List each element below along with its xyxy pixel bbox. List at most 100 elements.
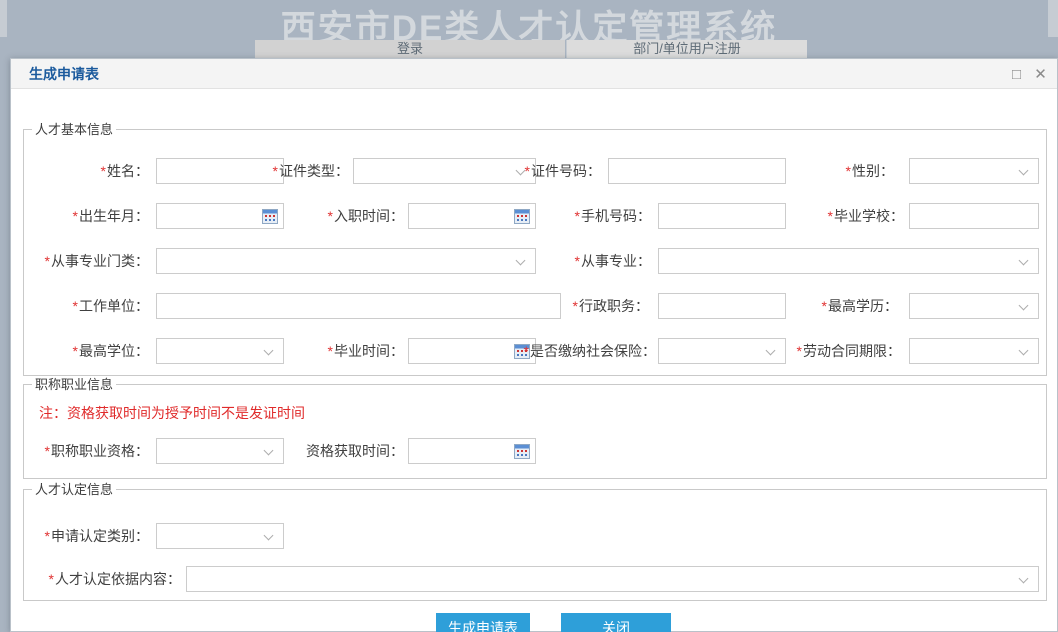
label-text: 行政职务：	[579, 298, 649, 314]
label-text: 人才认定依据内容：	[55, 571, 181, 587]
chevron-down-icon	[1019, 574, 1029, 584]
label-text: 证件类型：	[279, 163, 349, 179]
required-marker: *	[45, 253, 50, 269]
highest-edu-select[interactable]	[909, 293, 1039, 319]
calendar-icon[interactable]	[514, 209, 530, 224]
label-text: 性别：	[852, 163, 894, 179]
highest-edu-label: *最高学历：	[778, 293, 898, 319]
name-label: *姓名：	[31, 158, 149, 184]
section-recognition-legend: 人才认定信息	[32, 481, 116, 498]
highest-degree-label: *最高学位：	[31, 338, 149, 364]
label-text: 是否缴纳社会保险：	[530, 343, 656, 359]
qualification-date-input[interactable]	[408, 438, 536, 464]
required-marker: *	[73, 343, 78, 359]
label-text: 入职时间：	[334, 208, 404, 224]
chevron-down-icon	[766, 346, 776, 356]
birth-label: *出生年月：	[31, 203, 149, 229]
apply-category-select[interactable]	[156, 523, 284, 549]
hire-date-input[interactable]	[408, 203, 536, 229]
label-text: 姓名：	[107, 163, 149, 179]
social-insurance-select[interactable]	[658, 338, 786, 364]
close-button[interactable]: 关闭	[561, 613, 671, 632]
close-icon[interactable]: ✕	[1032, 66, 1049, 83]
label-text: 毕业时间：	[334, 343, 404, 359]
required-marker: *	[797, 343, 802, 359]
admin-post-label: *行政职务：	[529, 293, 649, 319]
dialog-title: 生成申请表	[29, 59, 99, 89]
grad-date-label: *毕业时间：	[286, 338, 404, 364]
label-text: 从事专业：	[581, 253, 651, 269]
generate-application-dialog: 生成申请表 □ ✕ 人才基本信息 *姓名： *证件类型： *证件号码： *性别：…	[10, 58, 1058, 632]
chevron-down-icon	[516, 256, 526, 266]
employer-label: *工作单位：	[31, 293, 149, 319]
required-marker: *	[101, 163, 106, 179]
required-marker: *	[828, 208, 833, 224]
cert-no-input[interactable]	[608, 158, 786, 184]
label-text: 证件号码：	[531, 163, 601, 179]
label-text: 最高学历：	[828, 298, 898, 314]
section-title-legend: 职称职业信息	[32, 376, 116, 393]
cert-type-label: *证件类型：	[239, 158, 349, 184]
social-insurance-label: *是否缴纳社会保险：	[506, 338, 656, 364]
required-marker: *	[273, 163, 278, 179]
chevron-down-icon	[1019, 166, 1029, 176]
chevron-down-icon	[264, 346, 274, 356]
required-marker: *	[846, 163, 851, 179]
chevron-down-icon	[1019, 301, 1029, 311]
required-marker: *	[575, 208, 580, 224]
label-text: 申请认定类别：	[51, 528, 149, 544]
generate-button[interactable]: 生成申请表	[436, 613, 530, 632]
admin-post-input[interactable]	[658, 293, 786, 319]
section-title-info: 职称职业信息	[23, 384, 1047, 479]
qualification-date-label: 资格获取时间：	[286, 438, 404, 464]
qualification-note: 注：资格获取时间为授予时间不是发证时间	[39, 403, 305, 423]
mobile-input[interactable]	[658, 203, 786, 229]
required-marker: *	[45, 443, 50, 459]
major-select[interactable]	[658, 248, 1039, 274]
school-input[interactable]	[909, 203, 1039, 229]
calendar-icon[interactable]	[514, 444, 530, 459]
label-text: 手机号码：	[581, 208, 651, 224]
required-marker: *	[524, 343, 529, 359]
section-basic-legend: 人才基本信息	[32, 121, 116, 138]
basis-content-select[interactable]	[186, 566, 1039, 592]
major-label: *从事专业：	[531, 248, 651, 274]
basis-content-label: *人才认定依据内容：	[31, 566, 181, 592]
required-marker: *	[575, 253, 580, 269]
dialog-header: 生成申请表 □ ✕	[11, 59, 1057, 89]
required-marker: *	[328, 208, 333, 224]
tab-register[interactable]: 部门/单位用户注册	[566, 40, 807, 58]
hire-date-label: *入职时间：	[286, 203, 404, 229]
chevron-down-icon	[264, 531, 274, 541]
window-controls: □ ✕	[1008, 59, 1049, 89]
gender-select[interactable]	[909, 158, 1039, 184]
contract-term-label: *劳动合同期限：	[781, 338, 901, 364]
gender-label: *性别：	[774, 158, 894, 184]
label-text: 出生年月：	[79, 208, 149, 224]
birth-date-input[interactable]	[156, 203, 284, 229]
required-marker: *	[328, 343, 333, 359]
label-text: 毕业学校：	[834, 208, 904, 224]
page-background: 西安市DE类人才认定管理系统 登录 部门/单位用户注册 生成申请表 □ ✕ 人才…	[0, 0, 1058, 632]
contract-term-select[interactable]	[909, 338, 1039, 364]
highest-degree-select[interactable]	[156, 338, 284, 364]
label-text: 从事专业门类：	[51, 253, 149, 269]
required-marker: *	[73, 298, 78, 314]
maximize-icon[interactable]: □	[1008, 66, 1025, 83]
chevron-down-icon	[1019, 256, 1029, 266]
label-text: 劳动合同期限：	[803, 343, 901, 359]
school-label: *毕业学校：	[784, 203, 904, 229]
chevron-down-icon	[1019, 346, 1029, 356]
tab-login[interactable]: 登录	[255, 40, 565, 58]
calendar-icon[interactable]	[262, 209, 278, 224]
cert-no-label: *证件号码：	[481, 158, 601, 184]
required-marker: *	[573, 298, 578, 314]
required-marker: *	[822, 298, 827, 314]
qualification-select[interactable]	[156, 438, 284, 464]
required-marker: *	[45, 528, 50, 544]
major-category-select[interactable]	[156, 248, 536, 274]
dialog-body: 人才基本信息 *姓名： *证件类型： *证件号码： *性别： *出生年月： *入…	[11, 89, 1057, 632]
apply-category-label: *申请认定类别：	[31, 523, 149, 549]
employer-input[interactable]	[156, 293, 561, 319]
label-text: 工作单位：	[79, 298, 149, 314]
